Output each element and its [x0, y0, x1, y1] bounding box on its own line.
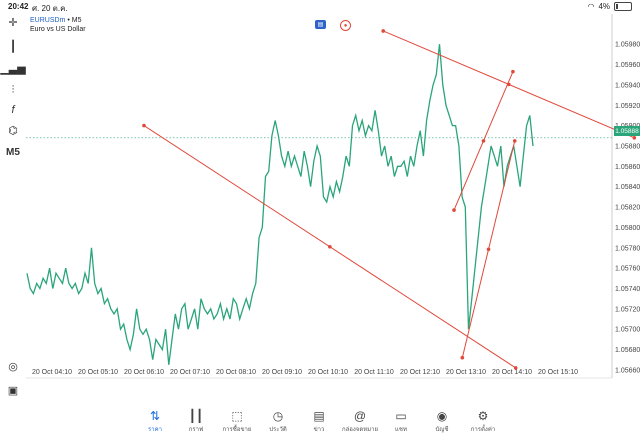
x-tick-label: 20 Oct 12:10: [400, 369, 440, 376]
y-tick-label: 1.05980: [615, 42, 640, 49]
current-price-tag: 1.05888: [614, 126, 640, 136]
trendlines: [142, 29, 637, 370]
trendline-handle: [142, 123, 146, 128]
price-chart[interactable]: 1.059801.059601.059401.059201.059001.058…: [0, 0, 640, 404]
x-tick-label: 20 Oct 14:10: [492, 369, 532, 376]
x-tick-label: 20 Oct 04:10: [32, 369, 72, 376]
history-icon: ◷: [272, 409, 284, 423]
x-tick-label: 20 Oct 10:10: [308, 369, 348, 376]
x-tick-label: 20 Oct 09:10: [262, 369, 302, 376]
y-tick-label: 1.05660: [615, 367, 640, 374]
y-tick-label: 1.05840: [615, 184, 640, 191]
tab-label: แชท: [395, 427, 407, 433]
x-tick-label: 20 Oct 13:10: [446, 369, 486, 376]
tab-trade[interactable]: ⬚ การซื้อขาย: [217, 408, 257, 434]
quotes-icon: ⇅: [149, 409, 161, 423]
trendline-handle: [511, 69, 515, 74]
news-icon: ▤: [313, 409, 325, 423]
tab-label: ประวัติ: [269, 427, 287, 433]
y-tick-label: 1.05680: [615, 347, 640, 354]
y-tick-label: 1.05800: [615, 225, 640, 232]
price-series-line: [26, 44, 534, 365]
y-tick-label: 1.05860: [615, 164, 640, 171]
tab-label: ราคา: [148, 427, 162, 433]
tab-chart[interactable]: ┃┃ กราฟ: [176, 408, 216, 434]
trendline-handle: [512, 139, 517, 143]
account-icon: ◉: [436, 409, 448, 423]
y-axis-labels: 1.059801.059601.059401.059201.059001.058…: [615, 42, 640, 375]
tab-label: บัญชี: [435, 427, 449, 433]
trendline-handle: [381, 29, 386, 33]
settings-icon: ⚙: [477, 409, 489, 423]
x-tick-label: 20 Oct 11:10: [354, 369, 394, 376]
y-tick-label: 1.05700: [615, 327, 640, 334]
y-tick-label: 1.05740: [615, 286, 640, 293]
trendline-handle: [481, 139, 486, 143]
y-tick-label: 1.05960: [615, 62, 640, 69]
y-tick-label: 1.05780: [615, 245, 640, 252]
y-tick-label: 1.05720: [615, 306, 640, 313]
tab-news[interactable]: ▤ ข่าว: [299, 408, 339, 434]
tab-account[interactable]: ◉ บัญชี: [422, 408, 462, 434]
x-tick-label: 20 Oct 15:10: [538, 369, 578, 376]
tab-label: ข่าว: [313, 427, 325, 433]
x-tick-label: 20 Oct 08:10: [216, 369, 256, 376]
tab-history[interactable]: ◷ ประวัติ: [258, 408, 298, 434]
y-tick-label: 1.05820: [615, 205, 640, 212]
tab-chat[interactable]: ▭ แชท: [381, 408, 421, 434]
trendline-handle: [460, 355, 465, 360]
trendline-handle: [486, 247, 491, 252]
x-tick-label: 20 Oct 05:10: [78, 369, 118, 376]
x-axis-labels: 20 Oct 04:10 20 Oct 05:10 20 Oct 06:10 20 O…: [32, 369, 578, 376]
trendline-handle: [632, 136, 637, 140]
mailbox-icon: @: [353, 409, 367, 423]
chart-icon: ┃┃: [188, 409, 204, 423]
trendline-handle: [452, 208, 456, 212]
y-tick-label: 1.05940: [615, 82, 640, 89]
tab-settings[interactable]: ⚙ การตั้งค่า: [463, 408, 503, 434]
bottom-tab-bar: ⇅ ราคา ┃┃ กราฟ ⬚ การซื้อขาย ◷ ประวัติ ▤ …: [0, 404, 640, 447]
tab-label: กราฟ: [188, 427, 204, 433]
trade-icon: ⬚: [231, 409, 243, 423]
tab-label: กล่องจดหมาย: [341, 427, 379, 433]
tab-label: การซื้อขาย: [222, 427, 252, 433]
x-tick-label: 20 Oct 06:10: [124, 369, 164, 376]
chat-icon: ▭: [395, 409, 407, 423]
tab-label: การตั้งค่า: [470, 427, 496, 433]
y-tick-label: 1.05760: [615, 266, 640, 273]
y-tick-label: 1.05880: [615, 143, 640, 150]
trendline-handle: [328, 244, 332, 249]
tab-mailbox[interactable]: @ กล่องจดหมาย: [340, 408, 380, 434]
trendline-handle: [513, 366, 518, 370]
x-tick-label: 20 Oct 07:10: [170, 369, 210, 376]
tab-quotes[interactable]: ⇅ ราคา: [135, 408, 175, 434]
y-tick-label: 1.05920: [615, 103, 640, 110]
